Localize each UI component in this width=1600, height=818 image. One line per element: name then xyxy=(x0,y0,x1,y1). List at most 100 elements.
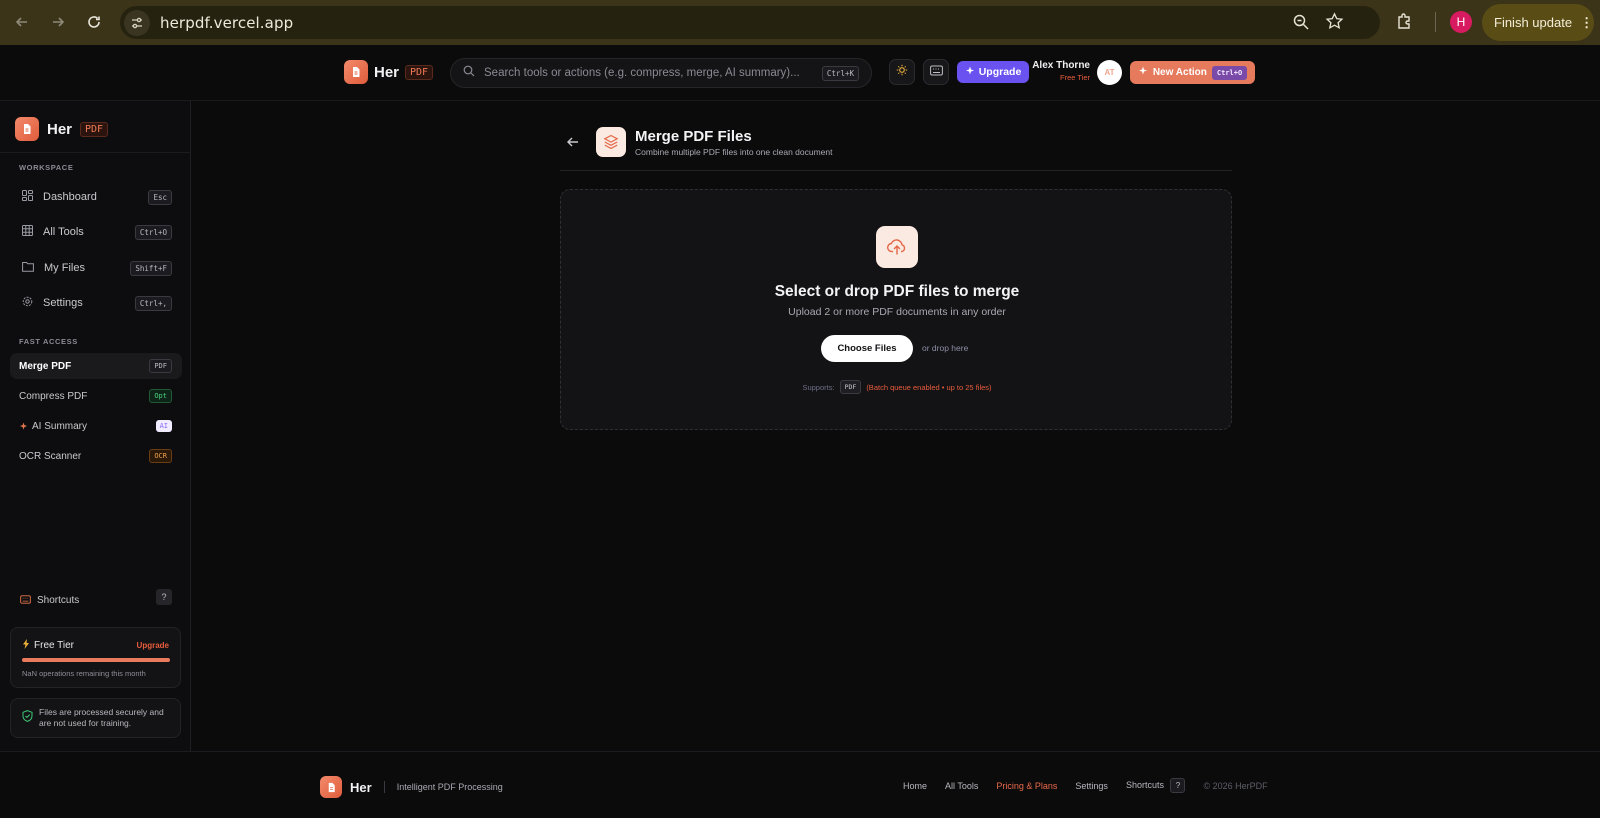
theme-toggle-button[interactable] xyxy=(889,59,915,85)
forward-arrow-icon[interactable] xyxy=(40,4,76,40)
fast-item-ai-summary[interactable]: AI Summary AI xyxy=(10,413,182,439)
usage-progress-fill xyxy=(22,658,170,662)
shortcuts-key: ? xyxy=(156,589,172,605)
sidebar: Her PDF WORKSPACE Dashboard Esc All Tool… xyxy=(0,101,191,751)
ocr-badge: OCR xyxy=(149,449,172,463)
choose-files-button[interactable]: Choose Files xyxy=(821,335,913,362)
operations-remaining: NaN operations remaining this month xyxy=(22,669,146,678)
profile-avatar[interactable]: H xyxy=(1450,11,1472,33)
upgrade-button[interactable]: Upgrade xyxy=(957,61,1029,83)
fast-item-label: OCR Scanner xyxy=(19,450,82,462)
brand-pdf-tag: PDF xyxy=(405,64,434,80)
address-bar[interactable]: herpdf.vercel.app xyxy=(120,6,1380,39)
brand-name: Her xyxy=(350,779,372,795)
footer-links: Home All Tools Pricing & Plans Settings … xyxy=(903,778,1268,793)
footer-shortcuts-label: Shortcuts xyxy=(1125,780,1164,790)
page-title: Merge PDF Files xyxy=(635,128,752,145)
fast-item-label: AI Summary xyxy=(32,420,88,432)
back-arrow-icon[interactable] xyxy=(566,135,580,154)
sidebar-item-label: Dashboard xyxy=(43,191,97,203)
site-settings-icon[interactable] xyxy=(124,9,150,36)
sidebar-item-my-files[interactable]: My Files Shift+F xyxy=(10,254,182,282)
footer-link-home[interactable]: Home xyxy=(903,781,927,791)
folder-icon xyxy=(22,259,34,277)
global-search[interactable]: Search tools or actions (e.g. compress, … xyxy=(450,58,872,88)
gear-icon xyxy=(22,294,33,312)
drop-hint: or drop here xyxy=(922,343,969,353)
footer-link-shortcuts[interactable]: Shortcuts ? xyxy=(1126,778,1186,793)
sidebar-item-settings[interactable]: Settings Ctrl+, xyxy=(10,289,182,317)
footer-logo[interactable]: Her Intelligent PDF Processing xyxy=(320,776,503,798)
zoom-icon[interactable] xyxy=(1292,13,1310,36)
supports-label: Supports: xyxy=(802,382,835,392)
shortcuts-key: ? xyxy=(1170,778,1186,793)
user-name: Alex Thorne xyxy=(1032,60,1090,71)
tier-title-text: Free Tier xyxy=(34,640,75,651)
footer-link-all-tools[interactable]: All Tools xyxy=(945,781,978,791)
new-action-button[interactable]: New Action Ctrl+O xyxy=(1130,61,1255,84)
tier-upgrade-link[interactable]: Upgrade xyxy=(137,641,169,650)
user-info[interactable]: Alex Thorne Free Tier xyxy=(1030,60,1090,82)
keyboard-icon xyxy=(20,591,31,609)
brand-name: Her xyxy=(47,120,73,138)
header-logo[interactable]: Her PDF xyxy=(344,60,434,84)
brand-name: Her xyxy=(374,63,400,81)
sidebar-logo[interactable]: Her PDF xyxy=(15,117,109,141)
sparkle-icon xyxy=(965,66,975,79)
bookmark-star-icon[interactable] xyxy=(1325,12,1344,36)
logo-document-icon xyxy=(344,60,368,84)
shield-check-icon xyxy=(22,709,33,727)
logo-document-icon xyxy=(320,776,342,798)
file-dropzone[interactable]: Select or drop PDF files to merge Upload… xyxy=(560,189,1232,430)
search-icon xyxy=(463,64,475,82)
dropzone-title: Select or drop PDF files to merge xyxy=(774,283,1020,300)
finish-update-button[interactable]: Finish update ⋮ xyxy=(1482,4,1594,41)
logo-document-icon xyxy=(15,117,39,141)
pdf-format-badge: PDF xyxy=(839,380,862,394)
shortcut-key: Esc xyxy=(148,189,172,205)
avatar[interactable]: AT xyxy=(1097,60,1122,85)
shortcuts-link[interactable]: Shortcuts ? xyxy=(20,589,172,609)
footer-tagline: Intelligent PDF Processing xyxy=(396,782,503,792)
layers-icon xyxy=(596,127,626,157)
sidebar-item-label: Settings xyxy=(43,297,83,309)
sidebar-item-dashboard[interactable]: Dashboard Esc xyxy=(10,183,182,211)
back-arrow-icon[interactable] xyxy=(4,4,40,40)
keyboard-shortcuts-button[interactable] xyxy=(923,59,949,85)
shortcut-key: Shift+F xyxy=(130,260,172,276)
tier-title: Free Tier xyxy=(22,639,74,652)
cloud-upload-icon xyxy=(876,226,918,268)
more-vert-icon: ⋮ xyxy=(1580,14,1594,30)
user-tier: Free Tier xyxy=(1059,73,1090,82)
shortcut-key: Ctrl+, xyxy=(134,295,172,311)
supported-formats: Supports: PDF (Batch queue enabled • up … xyxy=(561,380,1233,394)
search-shortcut-key: Ctrl+K xyxy=(821,66,859,81)
shortcut-key: Ctrl+O xyxy=(134,224,172,240)
reload-icon[interactable] xyxy=(76,4,112,40)
batch-note: (Batch queue enabled • up to 25 files) xyxy=(866,382,992,392)
url-text[interactable]: herpdf.vercel.app xyxy=(160,14,293,32)
fast-item-ocr-scanner[interactable]: OCR Scanner OCR xyxy=(10,443,182,469)
sidebar-divider xyxy=(0,152,190,153)
free-tier-card: Free Tier Upgrade NaN operations remaini… xyxy=(10,627,181,688)
toolbar-divider xyxy=(1435,12,1436,32)
fast-item-label: Compress PDF xyxy=(19,390,88,402)
fast-item-compress-pdf[interactable]: Compress PDF Opt xyxy=(10,383,182,409)
security-notice: Files are processed securely and are not… xyxy=(10,698,181,738)
fast-item-merge-pdf[interactable]: Merge PDF PDF xyxy=(10,353,182,379)
workspace-section-label: WORKSPACE xyxy=(19,163,74,172)
bolt-icon xyxy=(22,639,30,652)
footer-link-pricing[interactable]: Pricing & Plans xyxy=(996,781,1057,791)
sidebar-item-all-tools[interactable]: All Tools Ctrl+O xyxy=(10,218,182,246)
page-subtitle: Combine multiple PDF files into one clea… xyxy=(635,147,833,157)
app-header: Her PDF Search tools or actions (e.g. co… xyxy=(0,45,1600,101)
fast-item-label: Merge PDF xyxy=(19,360,72,372)
page-header: Merge PDF Files Combine multiple PDF fil… xyxy=(560,126,1232,171)
footer-link-settings[interactable]: Settings xyxy=(1075,781,1108,791)
footer-divider xyxy=(383,781,385,793)
sparkle-icon xyxy=(1138,66,1148,79)
extensions-puzzle-icon[interactable] xyxy=(1395,11,1415,36)
browser-toolbar: herpdf.vercel.app H Finish update ⋮ xyxy=(0,0,1600,45)
search-placeholder: Search tools or actions (e.g. compress, … xyxy=(484,67,800,79)
brand-pdf-tag: PDF xyxy=(80,121,109,137)
